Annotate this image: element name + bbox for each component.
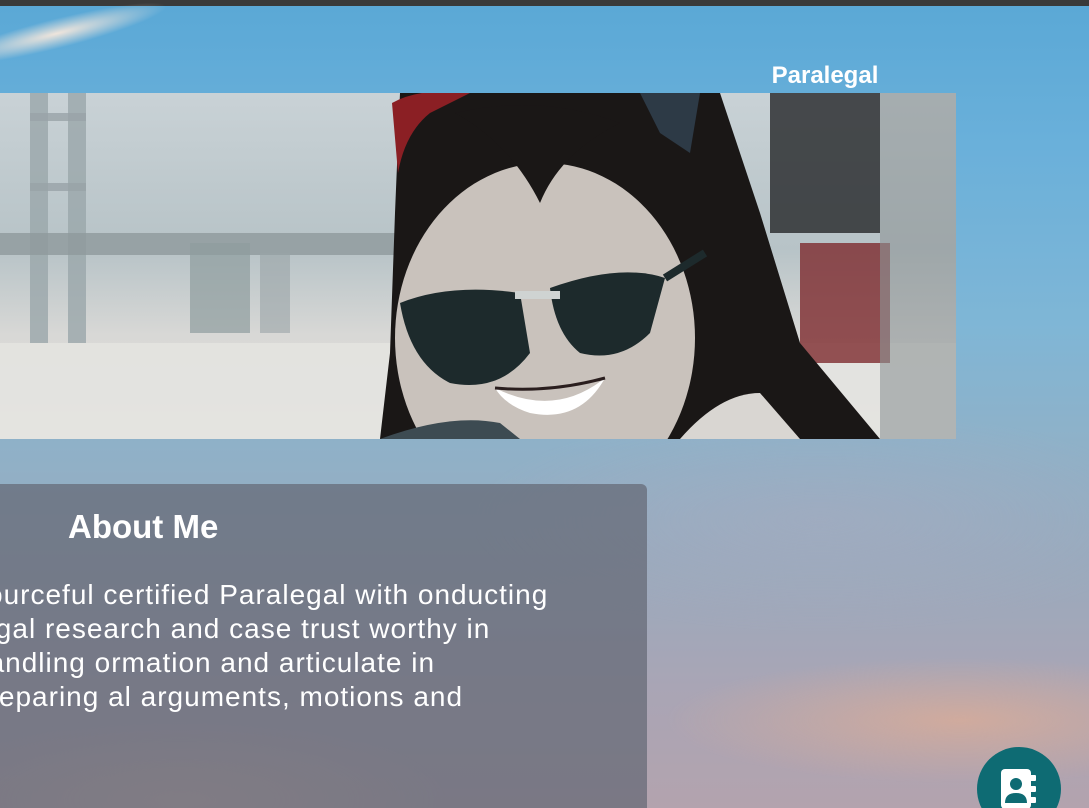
contact-button[interactable]: [977, 747, 1061, 808]
address-book-icon: [1001, 769, 1036, 808]
hero-photo-illustration: [0, 93, 956, 439]
background-cloud: [0, 0, 171, 67]
job-title: Paralegal: [771, 62, 879, 89]
about-body-text: sourceful certified Paralegal with onduc…: [0, 579, 549, 712]
about-heading: About Me: [68, 508, 219, 545]
hero-photo: [0, 93, 956, 439]
